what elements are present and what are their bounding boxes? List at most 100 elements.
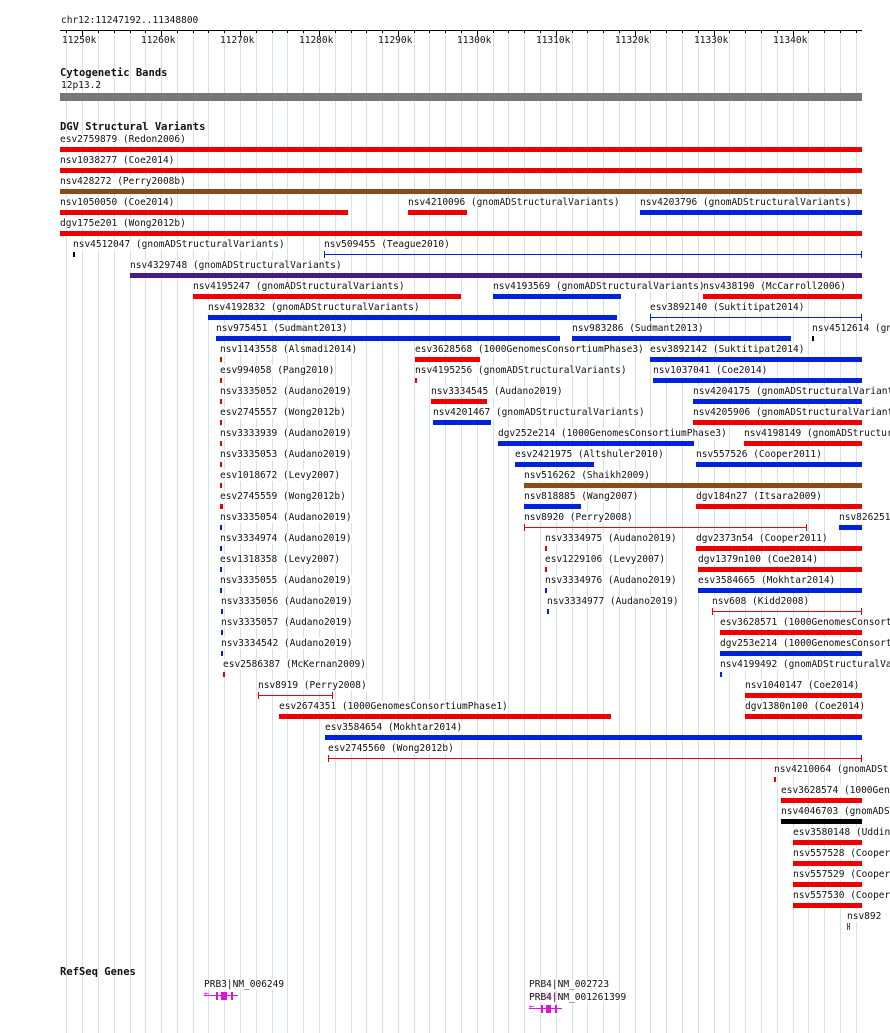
- variant-bar[interactable]: [781, 819, 862, 824]
- variant-bar[interactable]: [640, 210, 862, 215]
- variant-label[interactable]: esv2421975 (Altshuler2010): [515, 449, 664, 460]
- variant-bar[interactable]: [774, 777, 776, 782]
- variant-label[interactable]: nsv983286 (Sudmant2013): [572, 323, 704, 334]
- variant-label[interactable]: nsv3335056 (Audano2019): [221, 596, 353, 607]
- variant-bar[interactable]: [221, 630, 223, 635]
- variant-bar[interactable]: [433, 420, 491, 425]
- gene-label[interactable]: PRB4|NM_002723: [529, 979, 610, 990]
- gene-label[interactable]: PRB4|NM_001261399: [529, 992, 627, 1003]
- variant-bar[interactable]: [328, 758, 862, 759]
- variant-label[interactable]: nsv4512614 (gnomADStructuralVariants): [812, 323, 890, 334]
- gene-exon[interactable]: [541, 1005, 543, 1013]
- variant-label[interactable]: nsv557526 (Cooper2011): [696, 449, 822, 460]
- variant-label[interactable]: esv2745560 (Wong2012b): [328, 743, 454, 754]
- variant-bar[interactable]: [221, 609, 223, 614]
- variant-bar[interactable]: [493, 294, 621, 299]
- variant-label[interactable]: nsv1038277 (Coe2014): [60, 155, 175, 166]
- variant-bar[interactable]: [745, 693, 862, 698]
- variant-bar[interactable]: [839, 525, 862, 530]
- variant-label[interactable]: nsv826251 (Banerjee2011): [839, 512, 890, 523]
- variant-bar[interactable]: [220, 483, 222, 488]
- variant-label[interactable]: esv2745557 (Wong2012b): [220, 407, 346, 418]
- variant-label[interactable]: dgv1379n100 (Coe2014): [698, 554, 819, 565]
- variant-bar[interactable]: [524, 504, 581, 509]
- variant-label[interactable]: dgv2373n54 (Cooper2011): [696, 533, 828, 544]
- cytoband-bar[interactable]: [60, 93, 862, 101]
- variant-bar[interactable]: [220, 378, 222, 383]
- variant-label[interactable]: nsv4195247 (gnomADStructuralVariants): [193, 281, 405, 292]
- variant-bar[interactable]: [60, 231, 862, 236]
- variant-label[interactable]: nsv3335053 (Audano2019): [220, 449, 352, 460]
- gene-exon[interactable]: [231, 992, 233, 1000]
- variant-label[interactable]: nsv892: [847, 911, 882, 922]
- variant-label[interactable]: nsv8919 (Perry2008): [258, 680, 367, 691]
- variant-label[interactable]: esv3628568 (1000GenomesConsortiumPhase3): [415, 344, 644, 355]
- variant-label[interactable]: esv2674351 (1000GenomesConsortiumPhase1): [279, 701, 508, 712]
- variant-label[interactable]: esv3628574 (1000GenomesConsortiumPhase3): [781, 785, 890, 796]
- gene-exon[interactable]: [225, 992, 227, 1000]
- variant-bar[interactable]: [712, 611, 862, 612]
- variant-label[interactable]: nsv4201467 (gnomADStructuralVariants): [433, 407, 645, 418]
- gene-exon[interactable]: [549, 1005, 551, 1013]
- variant-bar[interactable]: [415, 357, 480, 362]
- variant-bar[interactable]: [220, 399, 222, 404]
- variant-label[interactable]: nsv4210064 (gnomADStructuralVariants): [774, 764, 890, 775]
- variant-label[interactable]: nsv3334974 (Audano2019): [220, 533, 352, 544]
- variant-bar[interactable]: [524, 527, 807, 528]
- variant-bar[interactable]: [745, 714, 862, 719]
- variant-label[interactable]: esv3892140 (Suktitipat2014): [650, 302, 805, 313]
- variant-label[interactable]: dgv253e214 (1000GenomesConsortiumPhase3): [720, 638, 890, 649]
- variant-bar[interactable]: [720, 672, 722, 677]
- variant-label[interactable]: nsv975451 (Sudmant2013): [216, 323, 348, 334]
- variant-label[interactable]: nsv3335052 (Audano2019): [220, 386, 352, 397]
- variant-bar[interactable]: [793, 861, 862, 866]
- variant-label[interactable]: nsv1037041 (Coe2014): [653, 365, 768, 376]
- variant-label[interactable]: nsv3334545 (Audano2019): [431, 386, 563, 397]
- variant-bar[interactable]: [515, 462, 594, 467]
- variant-label[interactable]: dgv252e214 (1000GenomesConsortiumPhase3): [498, 428, 727, 439]
- variant-bar[interactable]: [415, 378, 417, 383]
- variant-bar[interactable]: [279, 714, 611, 719]
- variant-bar[interactable]: [698, 588, 862, 593]
- variant-label[interactable]: esv2759879 (Redon2006): [60, 134, 186, 145]
- variant-label[interactable]: nsv3333939 (Audano2019): [220, 428, 352, 439]
- variant-bar[interactable]: [130, 273, 862, 278]
- variant-label[interactable]: esv3628571 (1000GenomesConsortiumPhase3): [720, 617, 890, 628]
- variant-label[interactable]: nsv3334977 (Audano2019): [547, 596, 679, 607]
- variant-label[interactable]: nsv818885 (Wang2007): [524, 491, 639, 502]
- variant-label[interactable]: nsv4198149 (gnomADStructuralVariants): [744, 428, 890, 439]
- variant-label[interactable]: esv1318358 (Levy2007): [220, 554, 341, 565]
- variant-label[interactable]: esv3584654 (Mokhtar2014): [325, 722, 463, 733]
- variant-label[interactable]: nsv4329748 (gnomADStructuralVariants): [130, 260, 342, 271]
- variant-label[interactable]: esv1229106 (Levy2007): [545, 554, 666, 565]
- variant-label[interactable]: nsv4046703 (gnomADStructuralVariants): [781, 806, 890, 817]
- variant-bar[interactable]: [703, 294, 862, 299]
- variant-label[interactable]: nsv4205906 (gnomADStructuralVariants): [693, 407, 890, 418]
- variant-bar[interactable]: [793, 840, 862, 845]
- variant-label[interactable]: nsv3334976 (Audano2019): [545, 575, 677, 586]
- variant-bar[interactable]: [220, 546, 222, 551]
- variant-bar[interactable]: [793, 903, 862, 908]
- variant-bar[interactable]: [220, 525, 222, 530]
- variant-label[interactable]: nsv4195256 (gnomADStructuralVariants): [415, 365, 627, 376]
- variant-bar[interactable]: [73, 252, 75, 257]
- variant-bar[interactable]: [220, 357, 222, 362]
- variant-label[interactable]: nsv557530 (Cooper2011): [793, 890, 890, 901]
- variant-bar[interactable]: [408, 210, 467, 215]
- variant-label[interactable]: nsv8920 (Perry2008): [524, 512, 633, 523]
- variant-label[interactable]: nsv516262 (Shaikh2009): [524, 470, 650, 481]
- variant-bar[interactable]: [696, 546, 862, 551]
- variant-bar[interactable]: [324, 254, 862, 255]
- variant-bar[interactable]: [653, 378, 862, 383]
- variant-label[interactable]: nsv1040147 (Coe2014): [745, 680, 860, 691]
- variant-bar[interactable]: [650, 357, 862, 362]
- variant-bar[interactable]: [223, 672, 225, 677]
- variant-bar[interactable]: [60, 168, 862, 173]
- variant-label[interactable]: nsv608 (Kidd2008): [712, 596, 810, 607]
- variant-label[interactable]: nsv3335055 (Audano2019): [220, 575, 352, 586]
- variant-bar[interactable]: [258, 695, 333, 696]
- variant-bar[interactable]: [793, 882, 862, 887]
- variant-label[interactable]: nsv1143558 (Alsmadi2014): [220, 344, 358, 355]
- variant-bar[interactable]: [572, 336, 791, 341]
- variant-label[interactable]: nsv4512047 (gnomADStructuralVariants): [73, 239, 285, 250]
